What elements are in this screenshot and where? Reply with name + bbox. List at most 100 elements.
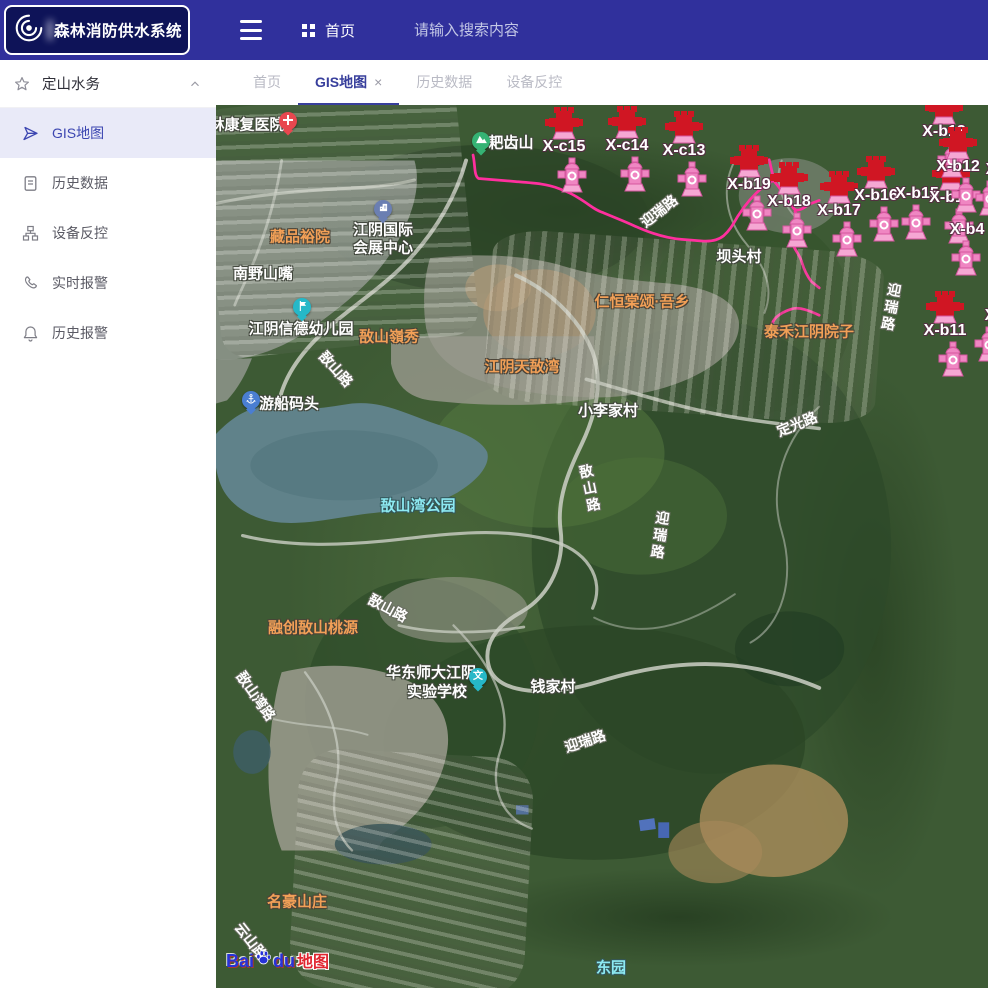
hydrant-pink-icon [974,324,988,367]
tab-history-data[interactable]: 历史数据 [399,60,489,105]
tab-close-icon[interactable]: × [374,74,382,90]
baidu-maps-attribution[interactable]: Bai du 地图 [226,948,329,972]
logo-spiral-icon [12,11,46,50]
map-label-road: 敔山路 [315,347,358,392]
map-label-poi: 小李家村 [578,400,638,421]
bell-icon [22,325,39,342]
map-label-poi: 会展中心 [353,237,413,258]
app-title: 森林消防供水系统 [54,19,182,41]
marker-label: X-b19 [727,176,771,194]
map-label-park: 东园 [596,957,626,978]
document-icon [22,175,39,192]
sidebar-item-device-control[interactable]: 设备反控 [0,208,216,258]
school-pin[interactable]: 文 [469,668,487,686]
map-label-est: 藏品裕院 [270,226,330,247]
hydrant-pink-icon [869,204,899,247]
baidu-logo-suffix: 地图 [297,948,329,972]
map-label-road: 迎瑞路 [877,281,906,335]
pin-glyph [476,135,487,147]
sitemap-icon [22,225,39,242]
sidebar-item-history-data[interactable]: 历史数据 [0,158,216,208]
hamburger-menu-icon[interactable] [240,20,264,40]
map-label-est: 江阴天敔湾 [484,356,559,377]
app-logo[interactable]: 森林消防供水系统 [4,5,190,55]
marker-label: X-b18 [767,193,811,211]
sidebar-item-label: 实时报警 [52,273,108,293]
tab-bar: 首页 GIS地图 × 历史数据 设备反控 [216,60,988,105]
logo-blurred-prefix [48,20,52,40]
pin-glyph [298,301,307,314]
map-label-poi: 华东师大江阴 [386,662,476,683]
baidu-logo-text: Bai [226,951,254,972]
map-label-poi: 耙齿山 [488,132,533,153]
map-label-road: 敔山湾路 [232,667,281,724]
wharf-pin[interactable] [242,391,260,409]
pin-glyph [379,203,388,215]
pin-glyph: 文 [473,672,483,682]
sidebar-item-history-alarm[interactable]: 历史报警 [0,308,216,358]
tab-home[interactable]: 首页 [236,60,298,105]
exhibition-center-pin[interactable] [374,200,392,218]
nav-home[interactable]: 首页 [302,18,355,42]
marker-label: X-b11 [924,322,967,340]
kindergarten-pin[interactable] [293,298,311,316]
phone-icon [22,275,39,292]
sidebar-item-realtime-alarm[interactable]: 实时报警 [0,258,216,308]
send-icon [22,125,39,142]
map-label-road: 敔山路 [365,589,411,626]
hydrant-pink-icon [782,210,812,253]
sidebar-item-gis-map[interactable]: GIS地图 [0,108,216,158]
sidebar-item-label: 设备反控 [52,223,108,243]
grid-icon [302,24,315,37]
marker-label: X-c13 [663,142,706,160]
sidebar-item-label: 历史数据 [52,173,108,193]
search-input[interactable] [414,16,594,44]
top-header: 森林消防供水系统 首页 [0,0,988,60]
chevron-up-icon [188,77,202,91]
map-label-road: 迎瑞路 [647,509,674,562]
star-icon [14,76,30,92]
map-label-est: 泰禾江阴院子 [764,321,854,342]
tab-label: 历史数据 [416,72,472,92]
marker-label: X-b16 [854,187,898,205]
map-label-est: 敔山嶺秀 [359,326,419,347]
sidebar: 定山水务 GIS地图 历史数据 设备反控 [0,60,216,988]
hydrant-pink-icon [938,339,968,382]
map-label-road: 定光路 [774,407,820,441]
marker-label: X-c15 [543,138,586,156]
hydrant-pink-icon [677,159,707,202]
tab-label: GIS地图 [315,72,367,92]
hospital-pin[interactable] [279,112,297,130]
map-label-poi: 钱家村 [530,676,575,697]
nav-home-label: 首页 [325,20,355,41]
pin-glyph [283,115,293,128]
sidebar-item-label: 历史报警 [52,323,108,343]
pin-glyph [246,394,256,407]
map-label-est: 仁恒棠颂·吾乡 [595,291,690,312]
map-label-poi: 林康复医院 [216,114,285,135]
map-label-poi: 坝头村 [716,246,761,267]
marker-label: X-b4 [950,221,985,239]
map-label-poi: 实验学校 [407,681,467,702]
tab-label: 设备反控 [506,72,562,92]
sidebar-section-header[interactable]: 定山水务 [0,60,216,108]
marker-label: X [985,307,988,325]
hydrant-pink-icon [901,202,931,245]
map-label-road: 敔山路 [575,462,605,516]
tab-device-control[interactable]: 设备反控 [489,60,579,105]
hydrant-pink-icon [951,238,981,281]
map-label-poi: 南野山嘴 [233,263,293,284]
baidu-paw-icon [255,949,272,971]
marker-label: X-b12 [936,158,980,176]
marker-label: X-c14 [606,137,649,155]
map-label-est: 融创敔山桃源 [268,617,358,638]
sidebar-item-label: GIS地图 [52,123,104,143]
tab-gis-map[interactable]: GIS地图 × [298,60,399,105]
mountain-pin[interactable] [472,132,490,150]
baidu-logo-text: du [273,951,295,972]
map-overlay: 林康复医院耙齿山藏品裕院江阴国际会展中心南野山嘴江阴信德幼儿园敔山嶺秀敔山路江阴… [216,105,988,988]
map-canvas[interactable]: 林康复医院耙齿山藏品裕院江阴国际会展中心南野山嘴江阴信德幼儿园敔山嶺秀敔山路江阴… [216,105,988,988]
hydrant-pink-icon [620,154,650,197]
hydrant-pink-icon [832,219,862,262]
tab-label: 首页 [253,72,281,92]
